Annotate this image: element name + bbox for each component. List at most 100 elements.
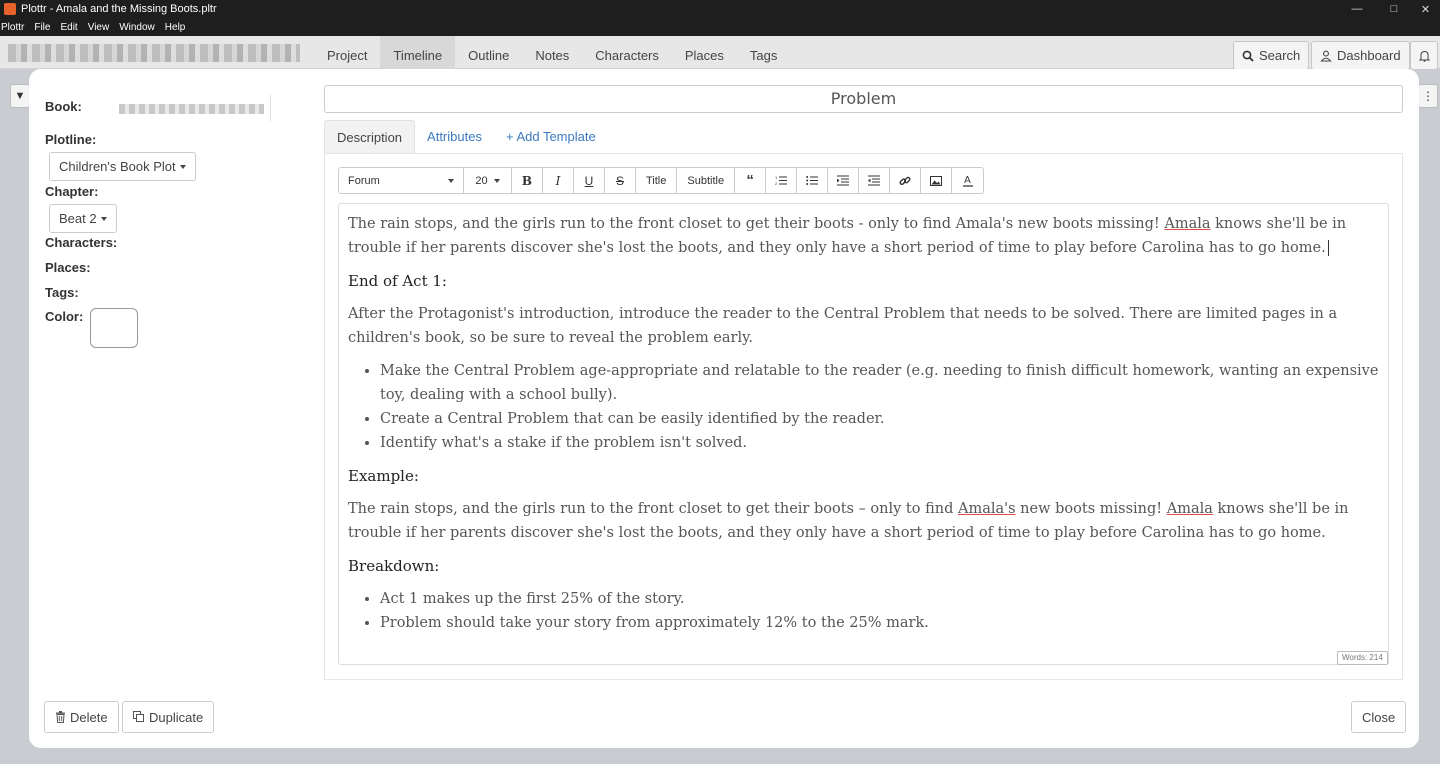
- menu-edit[interactable]: Edit: [60, 22, 77, 33]
- chevron-down-icon: [448, 178, 454, 183]
- svg-text:2: 2: [775, 181, 778, 186]
- tab-project[interactable]: Project: [314, 36, 380, 69]
- bullet-list: Make the Central Problem age-appropriate…: [380, 359, 1379, 455]
- paragraph: After the Protagonist's introduction, in…: [348, 306, 1338, 346]
- font-family-select[interactable]: Forum: [339, 168, 464, 193]
- title-format-button[interactable]: Title: [636, 168, 678, 193]
- card-title-input[interactable]: Problem: [324, 85, 1403, 113]
- indent-icon[interactable]: [828, 168, 860, 193]
- search-label: Search: [1259, 48, 1301, 63]
- delete-label: Delete: [70, 709, 108, 725]
- search-button[interactable]: Search: [1233, 41, 1310, 70]
- plotline-dropdown[interactable]: Children's Book Plot: [49, 152, 196, 181]
- list-item: Problem should take your story from appr…: [380, 611, 1379, 635]
- link-icon[interactable]: [890, 168, 922, 193]
- plottr-app-icon: [4, 3, 16, 15]
- list-item: Create a Central Problem that can be eas…: [380, 407, 1379, 431]
- tab-tags[interactable]: Tags: [737, 36, 790, 69]
- italic-button[interactable]: I: [543, 168, 574, 193]
- menu-plottr[interactable]: Plottr: [1, 22, 24, 33]
- paragraph-text: new boots missing!: [1015, 501, 1167, 517]
- spellcheck-word: Amala: [1164, 216, 1211, 232]
- tab-characters[interactable]: Characters: [582, 36, 672, 69]
- text-cursor: [1327, 240, 1329, 256]
- bold-button[interactable]: B: [512, 168, 543, 193]
- bell-icon: [1418, 50, 1430, 62]
- duplicate-button[interactable]: Duplicate: [122, 701, 215, 733]
- dashboard-button[interactable]: Dashboard: [1311, 41, 1410, 70]
- rich-text-editor[interactable]: The rain stops, and the girls run to the…: [338, 203, 1389, 665]
- tab-description[interactable]: Description: [324, 120, 416, 153]
- list-item: Act 1 makes up the first 25% of the stor…: [380, 587, 1379, 611]
- spellcheck-word: Amala's: [958, 501, 1016, 517]
- tab-outline[interactable]: Outline: [455, 36, 522, 69]
- close-button[interactable]: Close: [1351, 701, 1407, 733]
- nav-tabs: Project Timeline Outline Notes Character…: [314, 36, 790, 69]
- svg-text:1: 1: [775, 175, 778, 180]
- paragraph-text: The rain stops, and the girls run to the…: [348, 501, 958, 517]
- more-options-icon[interactable]: ⋮: [1418, 84, 1438, 108]
- notifications-button[interactable]: [1410, 41, 1438, 70]
- delete-button[interactable]: Delete: [44, 701, 119, 733]
- book-label: Book:: [45, 99, 82, 114]
- tags-label[interactable]: Tags:: [45, 285, 79, 300]
- places-label[interactable]: Places:: [45, 260, 91, 275]
- duplicate-label: Duplicate: [149, 709, 204, 725]
- spellcheck-word: Amala: [1166, 501, 1213, 517]
- window-titlebar: Plottr - Amala and the Missing Boots.plt…: [0, 0, 1440, 18]
- menu-view[interactable]: View: [88, 22, 110, 33]
- list-item: Make the Central Problem age-appropriate…: [380, 359, 1379, 407]
- bulleted-list-icon[interactable]: [797, 168, 829, 193]
- heading-breakdown: Breakdown:: [348, 557, 440, 575]
- tab-notes[interactable]: Notes: [522, 36, 582, 69]
- user-icon: [1320, 50, 1332, 62]
- editor-toolbar: Forum 20 B I U S Title Subtitle “ 12 A: [338, 167, 985, 194]
- subtitle-format-button[interactable]: Subtitle: [677, 168, 736, 193]
- font-size-value: 20: [475, 174, 488, 187]
- close-window-icon[interactable]: ✕: [1411, 0, 1440, 18]
- heading-example: Example:: [348, 467, 419, 485]
- plotline-value: Children's Book Plot: [59, 159, 176, 174]
- blurred-book-name: [119, 104, 264, 114]
- blockquote-icon[interactable]: “: [735, 168, 767, 193]
- menu-bar: Plottr File Edit View Window Help: [0, 18, 1440, 36]
- menu-window[interactable]: Window: [119, 22, 155, 33]
- window-title: Plottr - Amala and the Missing Boots.plt…: [21, 3, 217, 15]
- text-color-icon[interactable]: A: [952, 168, 983, 193]
- image-icon[interactable]: [921, 168, 953, 193]
- menu-file[interactable]: File: [34, 22, 50, 33]
- paragraph: The rain stops, and the girls run to the…: [348, 497, 1379, 545]
- menu-help[interactable]: Help: [165, 22, 186, 33]
- filter-icon[interactable]: ▼: [10, 84, 30, 108]
- characters-label[interactable]: Characters:: [45, 235, 117, 250]
- chevron-down-icon: [179, 164, 186, 169]
- copy-icon: [133, 711, 144, 722]
- minimize-icon[interactable]: —: [1337, 0, 1377, 18]
- chapter-value: Beat 2: [59, 211, 97, 226]
- color-picker[interactable]: [90, 308, 138, 348]
- color-label: Color:: [45, 309, 84, 324]
- strikethrough-button[interactable]: S: [605, 168, 636, 193]
- chapter-label: Chapter:: [45, 184, 99, 199]
- chevron-down-icon: [493, 178, 500, 183]
- list-item: Identify what's a stake if the problem i…: [380, 431, 1379, 455]
- numbered-list-icon[interactable]: 12: [766, 168, 798, 193]
- tab-attributes[interactable]: Attributes: [415, 120, 494, 153]
- chapter-dropdown[interactable]: Beat 2: [49, 204, 117, 233]
- font-size-select[interactable]: 20: [464, 168, 512, 193]
- nav-bar: Project Timeline Outline Notes Character…: [0, 36, 1440, 70]
- svg-text:A: A: [964, 175, 971, 186]
- book-selector[interactable]: [113, 95, 271, 121]
- add-template-button[interactable]: + Add Template: [494, 120, 608, 153]
- bullet-list: Act 1 makes up the first 25% of the stor…: [380, 587, 1379, 635]
- tab-timeline[interactable]: Timeline: [380, 36, 456, 69]
- outdent-icon[interactable]: [859, 168, 891, 193]
- underline-button[interactable]: U: [574, 168, 605, 193]
- maximize-icon[interactable]: □: [1374, 0, 1414, 18]
- search-icon: [1242, 50, 1254, 62]
- card-subtabs: Description Attributes + Add Template: [324, 120, 608, 153]
- tab-places[interactable]: Places: [672, 36, 737, 69]
- word-count-badge: Words: 214: [1337, 651, 1388, 665]
- dashboard-label: Dashboard: [1337, 48, 1401, 63]
- paragraph: The rain stops, and the girls run to the…: [348, 212, 1379, 260]
